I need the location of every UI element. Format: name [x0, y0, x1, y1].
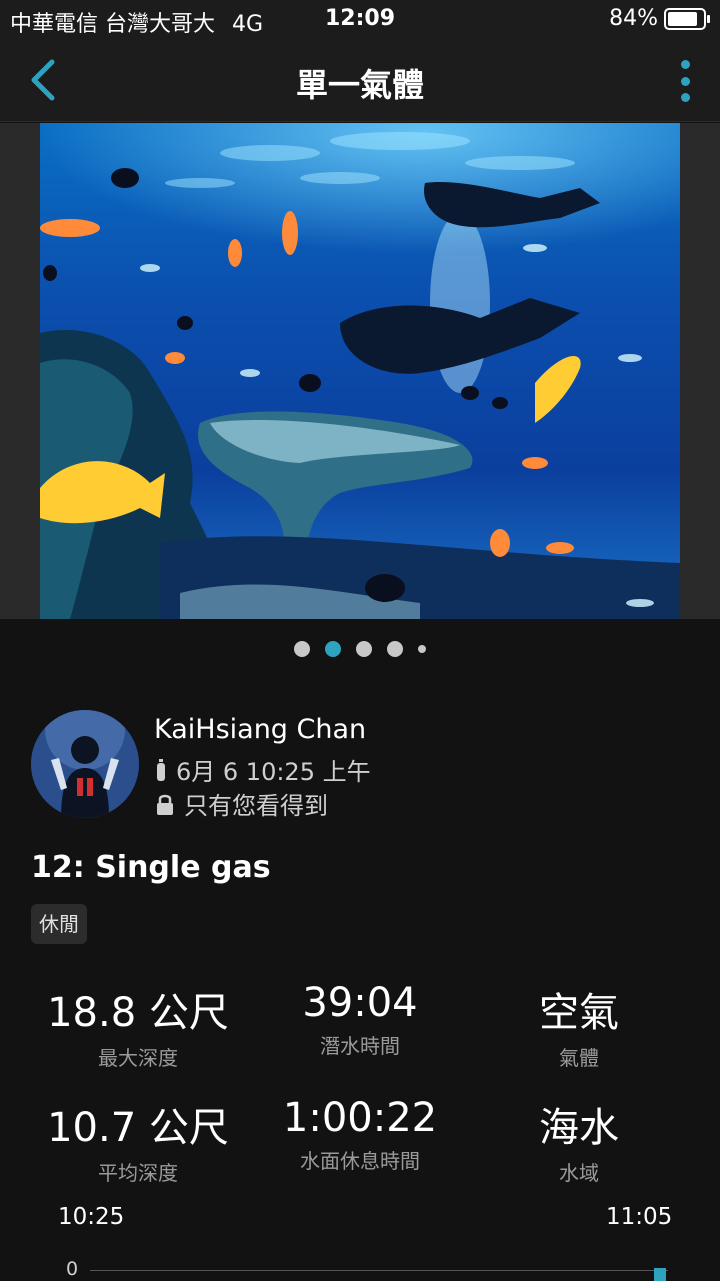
- underwater-photo-image: [40, 123, 680, 619]
- chart-depth-marker: [654, 1268, 666, 1281]
- stat-label: 潛水時間: [320, 1034, 400, 1058]
- privacy-row: 只有您看得到: [156, 786, 328, 821]
- stat-label: 水面休息時間: [300, 1149, 420, 1173]
- privacy-label: 只有您看得到: [184, 792, 328, 820]
- stat-value: 18.8 公尺: [47, 990, 229, 1036]
- pagination-dot[interactable]: [356, 641, 372, 657]
- stat-value: 10.7 公尺: [47, 1105, 229, 1151]
- app-header: 單一氣體: [0, 40, 720, 122]
- stat-label: 平均深度: [98, 1161, 178, 1185]
- stat-value: 海水: [539, 1105, 619, 1151]
- status-bar: 中華電信 台灣大哥大 4G 12:09 84%: [0, 0, 720, 40]
- pagination-dot[interactable]: [387, 641, 403, 657]
- pagination-dot[interactable]: [294, 641, 310, 657]
- stat-label: 最大深度: [98, 1046, 178, 1070]
- gallery-pagination: [0, 641, 720, 657]
- dive-type-tag: 休閒: [31, 904, 87, 944]
- stat-value: 1:00:22: [282, 1095, 438, 1141]
- chart-end-time: 11:05: [606, 1204, 673, 1230]
- stat-water-type: 海水 水域: [459, 1095, 699, 1186]
- tank-icon: [157, 758, 165, 781]
- photo-gallery[interactable]: [0, 123, 720, 619]
- more-options-button[interactable]: [672, 58, 698, 104]
- battery-percent: 84%: [609, 6, 658, 31]
- stat-value: 39:04: [302, 980, 418, 1026]
- stat-gas: 空氣 氣體: [459, 980, 699, 1071]
- stat-max-depth: 18.8 公尺 最大深度: [18, 980, 258, 1071]
- dive-photo[interactable]: [40, 123, 680, 619]
- pagination-dot[interactable]: [418, 645, 426, 653]
- user-name[interactable]: KaiHsiang Chan: [154, 714, 366, 745]
- chart-y-tick: 0: [66, 1258, 79, 1280]
- page-title: 單一氣體: [295, 66, 424, 104]
- chart-baseline: [90, 1270, 668, 1271]
- stat-surface-interval: 1:00:22 水面休息時間: [240, 1095, 480, 1174]
- back-button[interactable]: [26, 56, 66, 104]
- chevron-left-icon: [31, 59, 55, 101]
- chart-start-time: 10:25: [58, 1204, 125, 1230]
- stat-value: 空氣: [539, 990, 619, 1036]
- stat-dive-time: 39:04 潛水時間: [240, 980, 480, 1059]
- stat-avg-depth: 10.7 公尺 平均深度: [18, 1095, 258, 1186]
- diver-avatar-image: [31, 710, 139, 818]
- dive-date: 6月 6 10:25 上午: [176, 758, 371, 786]
- pagination-dot-active[interactable]: [325, 641, 341, 657]
- stat-label: 氣體: [559, 1046, 599, 1070]
- battery-status: 84%: [609, 6, 710, 31]
- avatar[interactable]: [31, 710, 139, 818]
- lock-icon: [157, 794, 173, 815]
- stat-label: 水域: [559, 1161, 599, 1185]
- dive-title: 12: Single gas: [31, 850, 271, 885]
- dive-date-row: 6月 6 10:25 上午: [156, 752, 371, 787]
- more-vertical-icon: [680, 60, 690, 69]
- battery-icon: [664, 7, 710, 30]
